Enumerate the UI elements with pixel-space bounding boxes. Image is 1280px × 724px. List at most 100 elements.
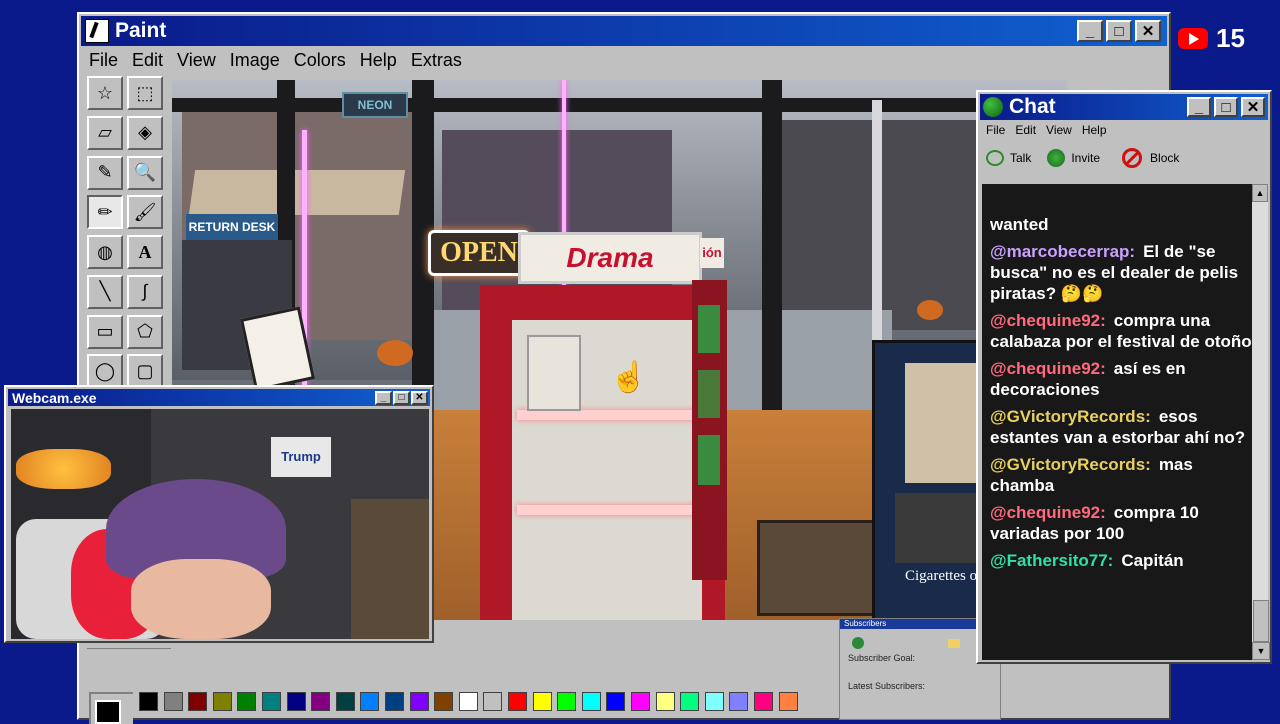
- palette-swatch[interactable]: [139, 692, 158, 711]
- fruit-bowl: [16, 449, 111, 489]
- palette-swatch[interactable]: [434, 692, 454, 711]
- palette-swatch[interactable]: [262, 692, 281, 711]
- close-button[interactable]: ✕: [1135, 20, 1161, 42]
- chat-username[interactable]: @chequine92:: [990, 503, 1106, 522]
- movie-case: [698, 370, 720, 418]
- palette-swatch[interactable]: [458, 692, 478, 711]
- maximize-button[interactable]: □: [1214, 97, 1238, 117]
- palette-swatch[interactable]: [631, 692, 650, 711]
- maximize-button[interactable]: □: [393, 390, 410, 405]
- hand-cursor-icon: ☝: [610, 361, 648, 394]
- chat-scrollbar[interactable]: ▲ ▼: [1252, 184, 1270, 660]
- shelf-divider: [517, 410, 697, 420]
- corner-sign: ión: [700, 238, 724, 268]
- menu-file[interactable]: File: [986, 123, 1005, 137]
- menu-extras[interactable]: Extras: [411, 50, 462, 71]
- color-picker-tool[interactable]: ✎: [87, 155, 123, 190]
- palette-swatch[interactable]: [532, 692, 552, 711]
- palette-swatch[interactable]: [680, 692, 700, 711]
- chat-username[interactable]: @chequine92:: [990, 359, 1106, 378]
- menu-edit[interactable]: Edit: [1015, 123, 1036, 137]
- chat-title: Chat: [1009, 95, 1056, 118]
- chat-menubar: File Edit View Help: [986, 123, 1121, 137]
- menu-help[interactable]: Help: [1082, 123, 1107, 137]
- line-tool[interactable]: ╲: [87, 274, 123, 309]
- pumpkin: [917, 300, 943, 320]
- latest-subscribers-label: Latest Subscribers:: [848, 681, 926, 691]
- palette-swatch[interactable]: [409, 692, 429, 711]
- chat-message: @Fathersito77: Capitán: [990, 550, 1252, 571]
- person-face: [131, 559, 271, 639]
- palette-swatch[interactable]: [754, 692, 773, 711]
- palette-swatch[interactable]: [704, 692, 724, 711]
- chat-titlebar[interactable]: Chat _ □ ✕: [980, 94, 1268, 120]
- movie-case: [527, 335, 581, 411]
- palette-swatch[interactable]: [385, 692, 404, 711]
- polygon-tool[interactable]: ⬠: [127, 314, 163, 349]
- menu-edit[interactable]: Edit: [132, 50, 163, 71]
- airbrush-tool[interactable]: ◍: [87, 235, 123, 269]
- palette-swatch[interactable]: [557, 692, 577, 711]
- menu-view[interactable]: View: [177, 50, 216, 71]
- menu-file[interactable]: File: [89, 50, 118, 71]
- rect-select-tool[interactable]: ⬚: [127, 76, 163, 110]
- folder-icon: [948, 639, 960, 648]
- paint-titlebar[interactable]: Paint _ □ ✕: [81, 16, 1167, 46]
- scroll-thumb[interactable]: [1253, 600, 1269, 642]
- eraser-tool[interactable]: ▱: [87, 115, 123, 150]
- chat-username[interactable]: @marcobecerrap:: [990, 242, 1135, 261]
- minimize-button[interactable]: _: [1077, 20, 1103, 42]
- current-color[interactable]: [89, 692, 133, 724]
- chat-username[interactable]: @GVictoryRecords:: [990, 455, 1151, 474]
- palette-swatch[interactable]: [508, 692, 527, 711]
- text-tool[interactable]: A: [127, 235, 163, 269]
- maximize-button[interactable]: □: [1106, 20, 1132, 42]
- webcam-feed: Trump: [11, 409, 429, 639]
- palette-swatch[interactable]: [655, 692, 675, 711]
- close-button[interactable]: ✕: [411, 390, 428, 405]
- palette-swatch[interactable]: [212, 692, 232, 711]
- webcam-titlebar[interactable]: Webcam.exe _ □ ✕: [8, 389, 430, 406]
- palette-swatch[interactable]: [606, 692, 626, 711]
- free-select-tool[interactable]: ☆: [87, 76, 123, 110]
- palette-swatch[interactable]: [483, 692, 503, 711]
- menu-view[interactable]: View: [1046, 123, 1072, 137]
- palette-swatch[interactable]: [729, 692, 749, 711]
- chat-log[interactable]: wanted @marcobecerrap: El de "se busca" n…: [982, 184, 1252, 660]
- brush-tool[interactable]: 🖌: [127, 195, 163, 230]
- close-button[interactable]: ✕: [1241, 97, 1265, 117]
- curve-tool[interactable]: ∫: [127, 274, 163, 309]
- scroll-down-icon[interactable]: ▼: [1252, 642, 1270, 660]
- pencil-tool[interactable]: ✏: [87, 195, 123, 230]
- menu-image[interactable]: Image: [230, 50, 280, 71]
- palette-swatch[interactable]: [188, 692, 208, 711]
- palette-swatch[interactable]: [778, 692, 798, 711]
- menu-help[interactable]: Help: [360, 50, 397, 71]
- chat-toolbar: Talk Invite Block: [986, 148, 1179, 168]
- palette-swatch[interactable]: [311, 692, 331, 711]
- paint-menubar: File Edit View Image Colors Help Extras: [89, 50, 476, 71]
- ellipse-tool[interactable]: ◯: [87, 354, 123, 389]
- scroll-up-icon[interactable]: ▲: [1252, 184, 1268, 202]
- magnifier-tool[interactable]: 🔍: [127, 155, 163, 190]
- menu-colors[interactable]: Colors: [294, 50, 346, 71]
- palette-swatch[interactable]: [335, 692, 355, 711]
- talk-button[interactable]: Talk: [986, 150, 1031, 166]
- block-button[interactable]: Block: [1122, 148, 1179, 168]
- fill-tool[interactable]: ◈: [127, 115, 163, 150]
- palette-swatch[interactable]: [163, 692, 183, 711]
- window-frame: [762, 80, 782, 410]
- chat-username[interactable]: @GVictoryRecords:: [990, 407, 1151, 426]
- minimize-button[interactable]: _: [1187, 97, 1211, 117]
- rectangle-tool[interactable]: ▭: [87, 314, 123, 349]
- palette-swatch[interactable]: [581, 692, 601, 711]
- palette-swatch[interactable]: [286, 692, 306, 711]
- minimize-button[interactable]: _: [375, 390, 392, 405]
- palette-swatch[interactable]: [360, 692, 380, 711]
- youtube-icon: [1178, 27, 1208, 49]
- chat-username[interactable]: @chequine92:: [990, 311, 1106, 330]
- palette-swatch[interactable]: [237, 692, 257, 711]
- rounded-rect-tool[interactable]: ▢: [127, 354, 163, 389]
- invite-button[interactable]: Invite: [1047, 149, 1100, 167]
- chat-username[interactable]: @Fathersito77:: [990, 551, 1113, 570]
